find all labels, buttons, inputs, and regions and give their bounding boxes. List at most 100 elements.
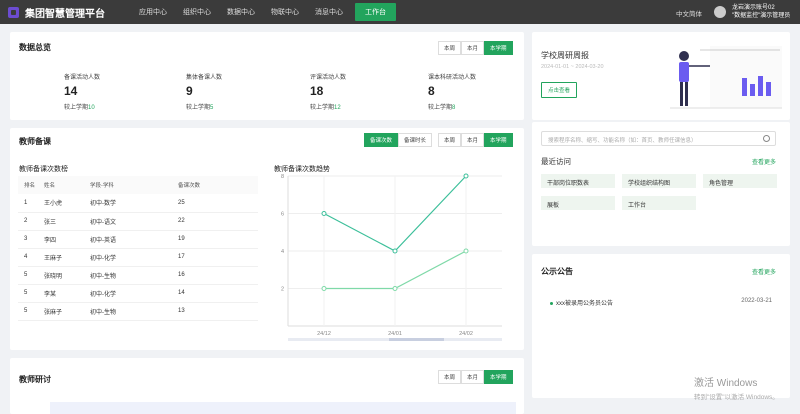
stat-value: 9 [186,84,193,98]
language-selector[interactable]: 中文简体 [676,8,702,18]
tab-month[interactable]: 本月 [461,370,485,384]
quick-link-display-board[interactable]: 展板 [541,196,615,210]
tab-week[interactable]: 本周 [438,133,462,147]
table-row: 5 张晓明 初中-生物 16 [18,266,258,285]
research-stats-strip [50,402,516,414]
toggle-prep-count[interactable]: 备课次数 [364,133,399,147]
user-name: 龙岩演示账号02 [732,5,775,11]
rank-cell: 5 [18,266,44,285]
notice-item[interactable]: xxx被录用公务员公告 2022-03-21 [550,298,772,307]
name-cell: 张晓明 [44,266,90,285]
table-row: 4 王麻子 初中-化学 17 [18,248,258,267]
y-tick-label: 8 [281,174,284,180]
banner-date: 2024-01-01 ~ 2024-03-20 [541,64,604,70]
nav-message-center[interactable]: 消息中心 [307,7,351,17]
overview-period-tabs: 本周 本月 本学期 [438,41,513,55]
data-point [463,248,469,254]
notice-item-date: 2022-03-21 [741,298,772,304]
rank-cell: 5 [18,302,44,321]
recent-title: 最近访问 [541,157,571,166]
tab-semester[interactable]: 本学期 [484,41,513,55]
logo-icon [8,6,19,18]
nav-workbench[interactable]: 工作台 [355,3,396,21]
banner-title: 学校周研周报 [541,51,589,60]
x-tick-label: 24/12 [317,331,331,337]
quick-link-cadre-posts[interactable]: 干部岗位职数表 [541,174,615,188]
recent-more-link[interactable]: 查看更多 [752,157,776,166]
stat-value: 18 [310,84,324,98]
name-cell: 王麻子 [44,248,90,267]
watermark-line2: 转到"设置"以激活 Windows。 [694,394,779,401]
count-cell: 14 [178,284,258,303]
nav-data-center[interactable]: 数据中心 [219,7,263,17]
subject-cell: 初中-化学 [90,284,178,303]
tab-semester[interactable]: 本学期 [484,133,513,147]
data-point [321,211,327,216]
nav-iot-center[interactable]: 物联中心 [263,7,307,17]
rank-cell: 4 [18,248,44,267]
x-tick-label: 24/02 [459,331,473,337]
quick-link-workbench[interactable]: 工作台 [622,196,696,210]
stat-prep-activity: 备课活动人数 14 较上学期10 [64,72,100,111]
count-cell: 16 [178,266,258,285]
prep-metric-toggle: 备课次数 备课时长 [364,133,433,147]
search-input[interactable]: 搜索程序名称、缩写、功能名称（如：首页、教师任课信息） [541,131,776,146]
notice-item-title: xxx被录用公务员公告 [556,301,614,307]
subject-cell: 初中-语文 [90,212,178,231]
tab-month[interactable]: 本月 [461,133,485,147]
bullet-icon [550,301,553,305]
subject-cell: 初中-化学 [90,248,178,267]
tab-semester[interactable]: 本学期 [484,370,513,384]
subject-cell: 初中-数学 [90,194,178,213]
notice-more-link[interactable]: 查看更多 [752,267,776,276]
col-name: 姓名 [44,176,90,194]
quick-link-role-management[interactable]: 角色管理 [703,174,777,188]
report-banner: 学校周研周报 2024-01-01 ~ 2024-03-20 点击查看 [532,32,790,120]
col-rank: 排名 [18,176,44,194]
toggle-prep-duration[interactable]: 备课时长 [398,133,433,147]
stat-compare: 较上学期5 [186,105,214,111]
overview-card: 数据总览 本周 本月 本学期 备课活动人数 14 较上学期10 集体备课人数 9… [10,32,524,120]
zoom-handle [389,338,444,341]
tab-month[interactable]: 本月 [461,41,485,55]
user-menu[interactable]: 龙岩演示账号02 "数据监控"演示管理员 [732,4,790,20]
name-cell: 王小虎 [44,194,90,213]
stat-research-activity: 课本科研活动人数 8 较上学期8 [428,72,476,111]
subject-cell: 初中-生物 [90,302,178,321]
stat-value: 14 [64,84,78,98]
prep-title: 教师备课 [19,137,51,146]
rank-cell: 1 [18,194,44,213]
search-icon[interactable] [763,135,770,142]
app-title: 集团智慧管理平台 [25,8,105,20]
table-row: 2 张三 初中-语文 22 [18,212,258,231]
name-cell: 张三 [44,212,90,231]
tab-week[interactable]: 本周 [438,41,462,55]
count-cell: 13 [178,302,258,321]
view-report-button[interactable]: 点击查看 [541,82,578,98]
avatar[interactable] [714,6,726,18]
nav-app-center[interactable]: 应用中心 [131,7,175,17]
table-row: 5 李某 初中-化学 14 [18,284,258,303]
overview-title: 数据总览 [19,43,51,52]
nav-org-center[interactable]: 组织中心 [175,7,219,17]
table-row: 3 李四 初中-英语 19 [18,230,258,249]
quick-link-org-chart[interactable]: 学校组织结构图 [622,174,696,188]
stat-label: 评课活动人数 [310,75,347,81]
watermark-line1: 激活 Windows [694,378,758,389]
table-header: 排名 姓名 学段-学科 备课次数 [18,176,258,194]
teacher-research-card: 教师研讨 本周 本月 本学期 [10,358,524,414]
y-tick-label: 2 [281,287,284,293]
top-navbar: 集团智慧管理平台 应用中心 组织中心 数据中心 物联中心 消息中心 工作台 中文… [0,0,800,24]
main-nav: 应用中心 组织中心 数据中心 物联中心 消息中心 工作台 [131,0,396,24]
count-cell: 22 [178,212,258,231]
tab-week[interactable]: 本周 [438,370,462,384]
search-placeholder: 搜索程序名称、缩写、功能名称（如：首页、教师任课信息） [548,138,697,144]
name-cell: 李某 [44,284,90,303]
logo[interactable]: 集团智慧管理平台 [8,5,105,20]
stat-label: 集体备课人数 [186,75,223,81]
y-tick-label: 4 [281,249,284,255]
table-row: 5 张麻子 初中-生物 13 [18,302,258,321]
x-tick-label: 24/01 [388,331,402,337]
stat-value: 8 [428,84,435,98]
subject-cell: 初中-生物 [90,266,178,285]
